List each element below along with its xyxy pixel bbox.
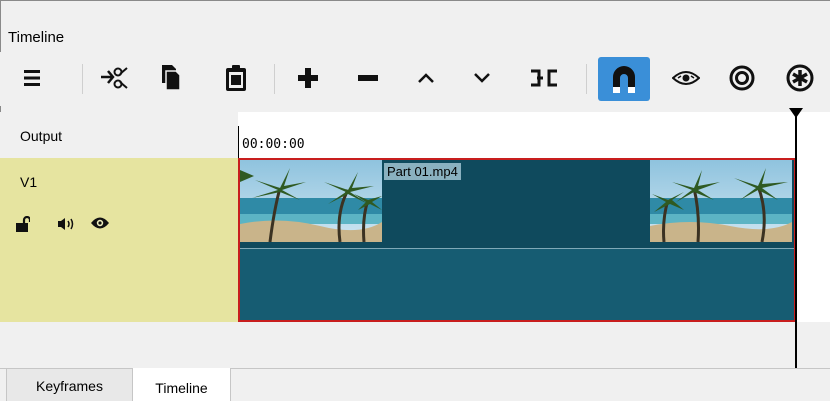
append-icon[interactable]	[290, 58, 326, 98]
ruler-tick	[238, 126, 239, 158]
playhead-handle[interactable]	[789, 108, 803, 118]
scrub-icon[interactable]	[666, 58, 706, 98]
toolbar-separator	[586, 64, 587, 94]
overwrite-icon[interactable]	[464, 58, 500, 98]
output-header: Output	[0, 112, 238, 158]
output-label: Output	[20, 128, 63, 144]
track-header-v1[interactable]: V1	[0, 158, 238, 322]
ripple-icon[interactable]	[722, 58, 762, 98]
empty-track-row	[0, 322, 830, 368]
lift-icon[interactable]	[408, 58, 444, 98]
panel-title: Timeline	[8, 29, 65, 46]
toolbar-separator	[82, 64, 83, 94]
paste-icon[interactable]	[218, 58, 254, 98]
tab-keyframes[interactable]: Keyframes	[6, 369, 133, 401]
clip-thumbnail	[240, 160, 382, 242]
tab-timeline[interactable]: Timeline	[133, 368, 231, 401]
toolbar-separator	[274, 64, 275, 94]
tab-label: Timeline	[155, 380, 208, 396]
clip-thumbnail	[650, 160, 792, 242]
ruler-timecode: 00:00:00	[242, 137, 305, 152]
cut-icon[interactable]	[94, 58, 134, 98]
timeline-toolbar	[0, 52, 830, 106]
tab-label: Keyframes	[36, 377, 103, 394]
track-name: V1	[20, 174, 38, 190]
panel-tabs: Keyframes Timeline	[0, 368, 830, 401]
playhead[interactable]	[795, 112, 797, 368]
video-clip[interactable]: Part 01.mp4	[238, 158, 796, 322]
remove-icon[interactable]	[350, 58, 386, 98]
visibility-icon[interactable]	[90, 216, 110, 235]
ripple-all-icon[interactable]	[780, 58, 820, 98]
clip-label: Part 01.mp4	[384, 163, 461, 180]
time-ruler[interactable]: 00:00:00	[238, 112, 830, 158]
audio-icon[interactable]	[58, 217, 76, 236]
copy-icon[interactable]	[152, 58, 188, 98]
menu-icon[interactable]	[14, 58, 50, 98]
lock-icon[interactable]	[16, 215, 32, 237]
clip-audio-divider	[240, 248, 794, 249]
split-icon[interactable]	[524, 58, 564, 98]
snap-icon[interactable]	[598, 57, 650, 101]
